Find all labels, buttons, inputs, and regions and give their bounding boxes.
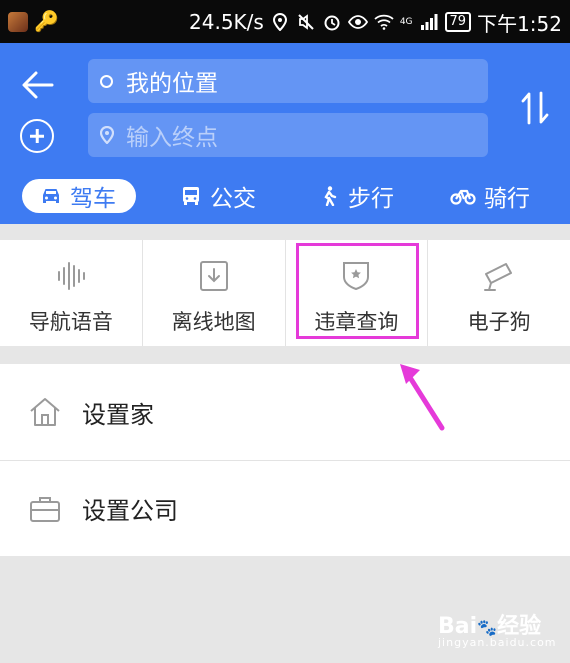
tool-speed-camera-label: 电子狗 (467, 310, 531, 334)
add-waypoint-button[interactable] (20, 119, 54, 153)
download-icon (199, 261, 228, 291)
quick-tools: 导航语音 离线地图 违章查询 电子狗 (0, 240, 570, 346)
start-location-value: 我的位置 (126, 71, 218, 97)
app-notification-icon (8, 12, 28, 32)
mute-icon (296, 12, 316, 32)
shortcut-list: 设置家 设置公司 (0, 364, 570, 556)
annotation-arrow-icon (400, 364, 445, 431)
briefcase-icon (30, 496, 60, 522)
swap-arrows-icon (521, 91, 549, 125)
camera-icon (484, 263, 513, 291)
set-company-label: 设置公司 (82, 497, 178, 525)
tool-offline-map[interactable]: 离线地图 (143, 240, 286, 346)
bus-icon (183, 187, 199, 205)
wifi-icon (374, 12, 394, 32)
set-company-item[interactable]: 设置公司 (0, 460, 570, 556)
status-bar: 🔑 24.5K/s 4G 79 下午1:52 (0, 0, 570, 43)
destination-placeholder: 输入终点 (126, 125, 218, 151)
set-home-label: 设置家 (82, 400, 154, 429)
start-dot-icon (100, 74, 113, 88)
destination-field[interactable]: 输入终点 (88, 113, 488, 157)
tab-drive[interactable]: 驾车 (22, 179, 136, 213)
destination-pin-icon (100, 126, 114, 144)
tab-drive-label: 驾车 (70, 186, 116, 212)
walk-icon (324, 186, 337, 206)
tool-offline-map-label: 离线地图 (171, 310, 256, 334)
location-icon (270, 12, 290, 32)
tool-violation-query[interactable]: 违章查询 (286, 240, 429, 346)
tab-walk-label: 步行 (348, 186, 394, 212)
tool-speed-camera[interactable]: 电子狗 (428, 240, 570, 346)
eye-icon (347, 12, 368, 32)
shield-star-icon (343, 262, 370, 291)
tab-bus[interactable]: 公交 (180, 179, 256, 213)
tab-walk[interactable]: 步行 (318, 179, 394, 213)
alarm-icon (322, 12, 342, 32)
tab-bus-label: 公交 (210, 186, 256, 212)
signal-icon (419, 12, 439, 32)
travel-mode-tabs: 驾车 公交 步行 骑行 (0, 173, 570, 217)
voice-wave-icon (57, 262, 85, 290)
home-icon (30, 398, 60, 426)
set-home-item[interactable]: 设置家 (0, 364, 570, 460)
tab-bike[interactable]: 骑行 (450, 179, 530, 213)
key-icon: 🔑 (34, 9, 59, 33)
back-button[interactable] (18, 65, 58, 105)
watermark-url: jingyan.baidu.com (438, 636, 557, 649)
network-type: 4G (399, 16, 413, 27)
route-header: 我的位置 输入终点 驾车 公交 步行 骑行 (0, 43, 570, 224)
car-icon (43, 189, 59, 203)
tool-nav-voice-label: 导航语音 (28, 310, 113, 334)
bike-icon (450, 189, 476, 205)
arrow-left-icon (22, 71, 54, 99)
network-speed: 24.5K/s (189, 10, 264, 34)
tool-violation-query-label: 违章查询 (314, 310, 399, 334)
battery-level: 79 (444, 12, 472, 32)
start-location-field[interactable]: 我的位置 (88, 59, 488, 103)
swap-route-button[interactable] (520, 91, 550, 125)
tool-nav-voice[interactable]: 导航语音 (0, 240, 143, 346)
clock: 下午1:52 (477, 11, 562, 36)
tab-bike-label: 骑行 (484, 186, 530, 212)
